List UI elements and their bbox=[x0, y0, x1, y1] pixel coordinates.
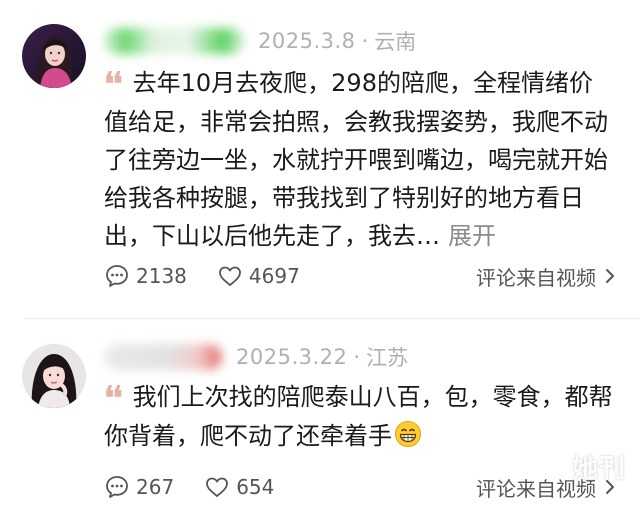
like-button[interactable]: 4697 bbox=[217, 263, 300, 289]
heart-icon bbox=[219, 266, 241, 286]
reply-count: 267 bbox=[136, 475, 175, 499]
comment-date: 2025.3.8 bbox=[258, 29, 356, 53]
like-count: 654 bbox=[236, 475, 275, 499]
meta-separator: · bbox=[361, 29, 369, 53]
meta-separator: · bbox=[353, 345, 361, 369]
comment-meta: 2025.3.8 · 云南 bbox=[104, 24, 416, 58]
like-button[interactable]: 654 bbox=[204, 474, 274, 500]
comment-text-block: ❛❛ 去年10月去夜爬，298的陪爬，全程情绪价值给足，非常会拍照，会教我摆姿势，… bbox=[104, 64, 614, 255]
comment-actions: 2138 4697 评论来自视频 bbox=[104, 259, 616, 293]
comment-region: 江苏 bbox=[366, 346, 409, 370]
heart-icon bbox=[206, 477, 229, 497]
comment-actions: 267 654 评论来自视频 bbox=[104, 470, 616, 504]
woman-portrait-avatar bbox=[22, 344, 86, 408]
comment-date: 2025.3.22 bbox=[236, 345, 348, 369]
video-link-label: 评论来自视频 bbox=[476, 265, 596, 290]
comment-text: 去年10月去夜爬，298的陪爬，全程情绪价值给足，非常会拍照，会教我摆姿势，我爬… bbox=[104, 69, 608, 250]
comment-region: 云南 bbox=[374, 30, 417, 54]
chevron-right-icon bbox=[606, 269, 614, 283]
woman-portrait-avatar bbox=[22, 24, 86, 88]
comment-item: 2025.3.22 · 江苏 ❛❛ 我们上次找的陪爬泰山八百，包，零食，都帮你背着… bbox=[0, 320, 640, 505]
video-source-link[interactable]: 评论来自视频 bbox=[476, 262, 616, 291]
user-avatar[interactable] bbox=[22, 344, 86, 408]
reply-button[interactable]: 2138 bbox=[104, 263, 187, 289]
expand-link[interactable]: 展开 bbox=[448, 222, 496, 250]
user-avatar[interactable] bbox=[22, 24, 86, 88]
like-count: 4697 bbox=[248, 264, 300, 288]
comment-divider bbox=[24, 318, 640, 319]
watermark: 她刊 bbox=[571, 454, 626, 484]
grinning-face-icon bbox=[394, 420, 422, 459]
comment-bubble-icon bbox=[106, 265, 128, 287]
comment-text-block: ❛❛ 我们上次找的陪爬泰山八百，包，零食，都帮你背着，爬不动了还牵着手 bbox=[104, 378, 614, 459]
quote-icon: ❛❛ bbox=[104, 65, 123, 103]
reply-button[interactable]: 267 bbox=[104, 474, 174, 500]
quote-icon: ❛❛ bbox=[104, 379, 123, 417]
reply-count: 2138 bbox=[136, 264, 187, 288]
comment-item: 2025.3.8 · 云南 ❛❛ 去年10月去夜爬，298的陪爬，全程情绪价值给足… bbox=[0, 0, 640, 320]
comment-bubble-icon bbox=[106, 476, 128, 498]
username-blurred[interactable] bbox=[104, 344, 222, 370]
comment-text: 我们上次找的陪爬泰山八百，包，零食，都帮你背着，爬不动了还牵着手 bbox=[104, 383, 613, 450]
username-blurred[interactable] bbox=[104, 28, 244, 54]
comment-meta: 2025.3.22 · 江苏 bbox=[104, 340, 408, 374]
